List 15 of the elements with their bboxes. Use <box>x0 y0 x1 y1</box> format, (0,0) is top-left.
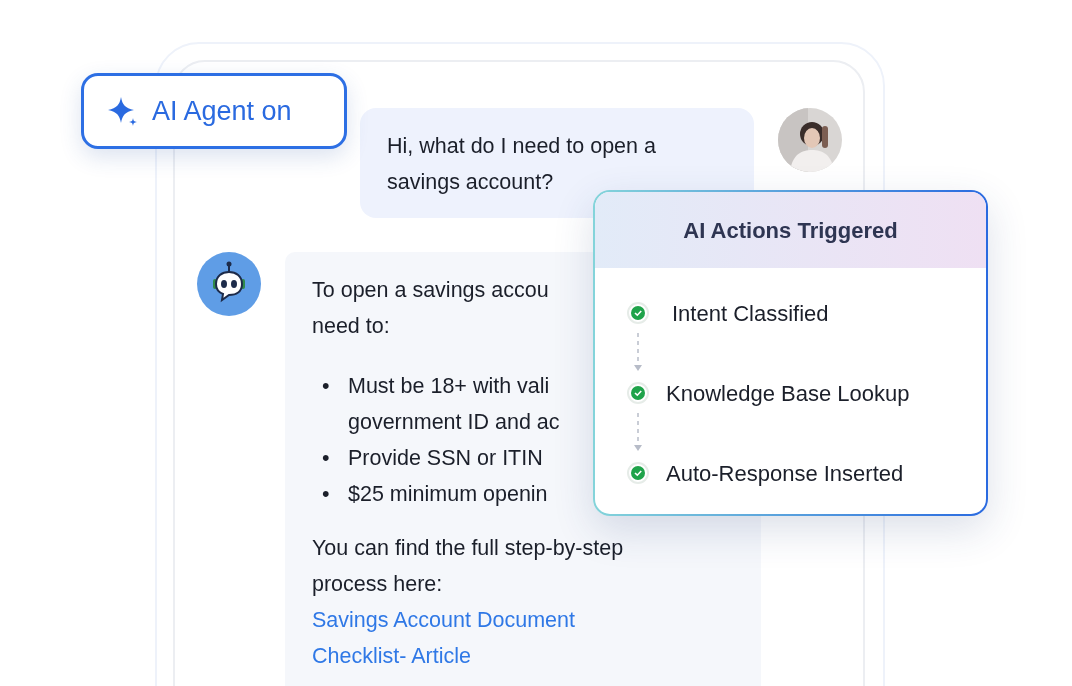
article-link[interactable]: Savings Account Document Checklist- Article <box>312 602 662 674</box>
bullet-marker: • <box>322 373 331 400</box>
badge-label: AI Agent on <box>152 94 292 128</box>
bullet-marker: • <box>322 481 331 508</box>
action-label: Auto-Response Inserted <box>666 459 904 488</box>
message-text: You can find the full step-by-step process here: <box>312 535 624 598</box>
card-title: AI Actions Triggered <box>595 192 986 268</box>
action-label: Knowledge Base Lookup <box>666 379 910 408</box>
bullet-item: $25 minimum openin <box>348 481 548 508</box>
robot-avatar-icon <box>197 252 261 316</box>
bullet-item: Provide SSN or ITIN <box>348 445 543 472</box>
action-label: Intent Classified <box>672 299 829 328</box>
message-text: To open a savings accou need to: <box>312 277 549 340</box>
bullet-marker: • <box>322 445 331 472</box>
bullet-item: Must be 18+ with vali government ID and ac <box>348 373 560 436</box>
